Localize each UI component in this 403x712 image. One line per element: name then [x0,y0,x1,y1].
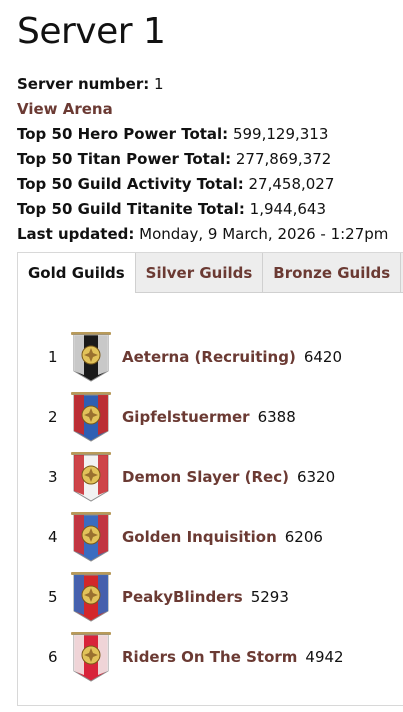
server-number-value: 1 [154,75,164,93]
guild-row: 3 Demon Slayer (Rec) 6320 [48,447,403,507]
hero-power-value: 599,129,313 [232,125,329,143]
guild-row: 4 Golden Inquisition 6206 [48,507,403,567]
red-flag-white-beast-icon [71,632,111,682]
guild-rank: 1 [48,348,58,366]
guild-score: 6320 [296,468,336,486]
blue-red-flag-cross-icon [71,512,111,562]
server-number-row: Server number: 1 [17,72,403,97]
hero-power-label: Top 50 Hero Power Total: [17,125,229,143]
guild-activity-label: Top 50 Guild Activity Total: [17,175,244,193]
titan-power-label: Top 50 Titan Power Total: [17,150,232,168]
guild-rank: 4 [48,528,58,546]
last-updated-label: Last updated: [17,225,135,243]
guild-name-link[interactable]: Riders On The Storm [122,648,297,666]
guild-name-link[interactable]: PeakyBlinders [122,588,243,606]
guild-row: 1 Aeterna (Recruiting) 6420 [48,327,403,387]
guild-row: 5 PeakyBlinders 5293 [48,567,403,627]
guild-activity-value: 27,458,027 [248,175,335,193]
guild-name-link[interactable]: Aeterna (Recruiting) [122,348,296,366]
view-arena-link[interactable]: View Arena [17,100,113,118]
guild-rank: 3 [48,468,58,486]
last-updated-row: Last updated: Monday, 9 March, 2026 - 1:… [17,222,403,247]
guild-row: 2 Gipfelstuermer 6388 [48,387,403,447]
guild-list: 1 Aeterna (Recruiting) 6420 2 Gipfelstuermer… [18,293,403,687]
titan-power-value: 277,869,372 [235,150,332,168]
guild-titanite-row: Top 50 Guild Titanite Total: 1,944,643 [17,197,403,222]
guild-activity-row: Top 50 Guild Activity Total: 27,458,027 [17,172,403,197]
dark-flag-gold-emblem-icon [71,332,111,382]
guild-score: 6388 [257,408,296,426]
guild-rank: 2 [48,408,58,426]
tab-bronze-guilds[interactable]: Bronze Guilds [262,253,401,293]
page-title: Server 1 [17,11,166,52]
guild-titanite-label: Top 50 Guild Titanite Total: [17,200,245,218]
guild-tabs-panel: Gold Guilds Silver Guilds Bronze Guilds … [17,252,403,706]
view-arena-row: View Arena [17,97,403,122]
red-blue-flag-eagle-icon [71,572,111,622]
guild-score: 6206 [284,528,323,546]
titan-power-row: Top 50 Titan Power Total: 277,869,372 [17,147,403,172]
guild-score: 4942 [305,648,344,666]
page: Server 1 Server number: 1 View Arena Top… [0,0,403,247]
server-stats: Server number: 1 View Arena Top 50 Hero … [17,72,403,247]
guild-row: 6 Riders On The Storm 4942 [48,627,403,687]
guild-score: 5293 [250,588,289,606]
guild-name-link[interactable]: Demon Slayer (Rec) [122,468,289,486]
guild-tabbar: Gold Guilds Silver Guilds Bronze Guilds [18,253,403,293]
guild-name-link[interactable]: Golden Inquisition [122,528,277,546]
white-flag-crossed-swords-icon [71,452,111,502]
hero-power-row: Top 50 Hero Power Total: 599,129,313 [17,122,403,147]
server-number-label: Server number: [17,75,150,93]
guild-titanite-value: 1,944,643 [249,200,326,218]
last-updated-value: Monday, 9 March, 2026 - 1:27pm [139,225,389,243]
tab-silver-guilds[interactable]: Silver Guilds [134,253,263,293]
guild-score: 6420 [303,348,343,366]
tab-gold-guilds[interactable]: Gold Guilds [18,253,135,293]
guild-name-link[interactable]: Gipfelstuermer [122,408,250,426]
guild-rank: 5 [48,588,58,606]
guild-rank: 6 [48,648,58,666]
blue-flag-fleur-de-lis-icon [71,392,111,442]
